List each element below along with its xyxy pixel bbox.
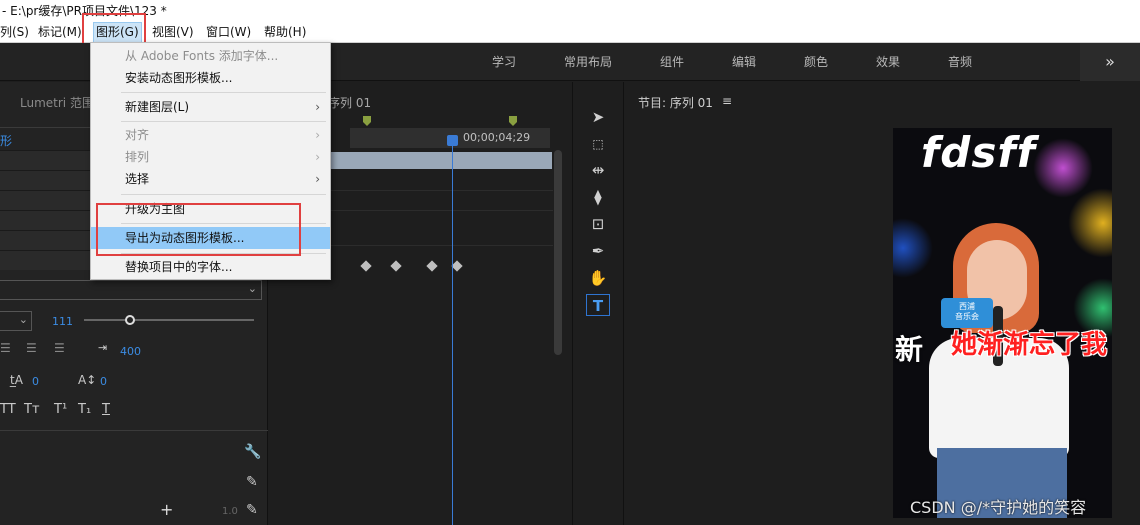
tracking-value[interactable]: 400 xyxy=(120,345,141,358)
track-select-tool-icon[interactable]: ⬚ xyxy=(586,133,610,155)
menu-item-label: 选择 xyxy=(125,172,150,186)
ripple-edit-tool-icon[interactable]: ⇹ xyxy=(586,159,610,181)
menu-separator xyxy=(121,121,326,122)
align-right-icon[interactable]: ☰ xyxy=(54,341,65,355)
annotation-box-export xyxy=(96,203,301,256)
chevron-right-icon: › xyxy=(315,128,320,142)
chevron-down-icon: ⌄ xyxy=(18,313,28,326)
add-button[interactable]: + xyxy=(160,500,173,519)
hand-tool-icon[interactable]: ✋ xyxy=(586,267,610,289)
timeline-scrollbar[interactable] xyxy=(554,150,562,355)
bokeh-light xyxy=(893,218,933,278)
menu-item-replace-fonts[interactable]: 替换项目中的字体... xyxy=(91,256,330,278)
chevron-right-icon: › xyxy=(315,150,320,164)
eyedropper-icon[interactable]: ✎ xyxy=(246,474,258,490)
opacity-value[interactable]: 1.0 xyxy=(222,506,238,517)
font-size-slider-handle[interactable] xyxy=(125,315,135,325)
align-left-icon[interactable]: ☰ xyxy=(0,341,11,355)
panel-menu-icon[interactable]: ≡ xyxy=(722,94,732,108)
all-caps-button[interactable]: TT xyxy=(0,402,16,417)
workspace-tab-editing[interactable]: 编辑 xyxy=(732,43,756,81)
bokeh-light xyxy=(1068,188,1112,258)
workspace-tab-color[interactable]: 颜色 xyxy=(804,43,828,81)
video-caption-text: 她渐渐忘了我 xyxy=(951,330,1108,360)
menu-item-align: 对齐 › xyxy=(91,124,330,146)
menu-item-new-layer[interactable]: 新建图层(L) › xyxy=(91,96,330,118)
pen-tool-icon[interactable]: ✒ xyxy=(586,240,610,262)
chevron-down-icon: ⌄ xyxy=(247,282,257,295)
wrench-icon[interactable]: 🔧 xyxy=(244,444,261,460)
superscript-button[interactable]: T¹ xyxy=(54,402,67,417)
menu-marker[interactable]: 标记(M) xyxy=(38,22,82,43)
menu-item-label: 排列 xyxy=(125,150,150,164)
menu-view[interactable]: 视图(V) xyxy=(152,22,194,43)
workspace-tab-effects[interactable]: 效果 xyxy=(876,43,900,81)
panel-divider xyxy=(0,430,268,431)
font-style-dropdown[interactable]: ⌄ xyxy=(0,311,32,331)
kerning-icon: t̲A xyxy=(10,373,23,387)
menu-item-label: 对齐 xyxy=(125,128,150,142)
workspace-tab-audio[interactable]: 音频 xyxy=(948,43,972,81)
workspace-tab-learn[interactable]: 学习 xyxy=(492,43,516,81)
underline-button[interactable]: T xyxy=(102,402,110,417)
menu-sequence[interactable]: 列(S) xyxy=(0,22,29,43)
razor-tool-icon[interactable]: ⧫ xyxy=(586,186,610,208)
menu-window[interactable]: 窗口(W) xyxy=(206,22,251,43)
video-frame[interactable]: 西浦 音乐会 fdsff 新 她渐渐忘了我 xyxy=(893,128,1112,518)
font-size-slider-track[interactable] xyxy=(84,319,254,321)
workspace-tab-layout[interactable]: 常用布局 xyxy=(564,43,612,81)
tab-shape-partial[interactable]: 形 xyxy=(0,132,12,149)
menu-item-select[interactable]: 选择 › xyxy=(91,168,330,190)
menu-item-label: 新建图层(L) xyxy=(125,100,190,114)
menu-item-add-adobe-fonts: 从 Adobe Fonts 添加字体... xyxy=(91,45,330,67)
video-caption-left: 新 xyxy=(895,333,924,366)
menu-separator xyxy=(121,92,326,93)
menu-item-label: 从 Adobe Fonts 添加字体... xyxy=(125,49,279,63)
menu-bar: 列(S) 标记(M) 图形(G) 视图(V) 窗口(W) 帮助(H) xyxy=(0,22,1140,43)
slip-tool-icon[interactable]: ⊡ xyxy=(586,213,610,235)
title-bar: - E:\pr缓存\PR项目文件\123 * xyxy=(0,0,1140,22)
menu-item-arrange: 排列 › xyxy=(91,146,330,168)
watermark-text: CSDN @/*守护她的笑容 xyxy=(910,498,1087,517)
tab-lumetri-scopes[interactable]: Lumetri 范围 xyxy=(20,94,94,111)
bokeh-light xyxy=(1033,138,1093,198)
selection-tool-icon[interactable]: ➤ xyxy=(586,106,610,128)
playhead-line[interactable] xyxy=(452,138,453,525)
subscript-button[interactable]: T₁ xyxy=(78,402,91,417)
type-tool-icon[interactable]: T xyxy=(586,294,610,316)
kerning-value[interactable]: 0 xyxy=(32,375,39,388)
video-title-text: fdsff xyxy=(921,128,1036,177)
font-family-dropdown[interactable]: ⌄ xyxy=(0,280,262,300)
small-caps-button[interactable]: Tт xyxy=(24,402,40,417)
tracking-icon: ⇥ xyxy=(98,341,108,354)
font-size-value[interactable]: 111 xyxy=(52,315,73,328)
timeline-timecode[interactable]: 00;00;04;29 xyxy=(463,131,530,144)
baseline-shift-value[interactable]: 0 xyxy=(100,375,107,388)
program-monitor-title[interactable]: 节目: 序列 01 xyxy=(638,94,713,111)
align-center-icon[interactable]: ☰ xyxy=(26,341,37,355)
menu-item-label: 替换项目中的字体... xyxy=(125,260,233,274)
baseline-shift-icon: A↕ xyxy=(78,373,97,387)
chevron-right-icon: › xyxy=(315,172,320,186)
menu-help[interactable]: 帮助(H) xyxy=(264,22,306,43)
chevron-right-icon: › xyxy=(315,100,320,114)
premiere-window: - E:\pr缓存\PR项目文件\123 * 列(S) 标记(M) 图形(G) … xyxy=(0,0,1140,525)
menu-item-label: 安装动态图形模板... xyxy=(125,71,233,85)
menu-separator xyxy=(121,194,326,195)
eyedropper-icon[interactable]: ✎ xyxy=(246,502,258,518)
workspace-more-button[interactable]: » xyxy=(1080,43,1140,81)
menu-item-install-mogrt[interactable]: 安装动态图形模板... xyxy=(91,67,330,89)
workspace-tab-assembly[interactable]: 组件 xyxy=(660,43,684,81)
timeline-sequence-tab[interactable]: 序列 01 xyxy=(328,94,371,111)
